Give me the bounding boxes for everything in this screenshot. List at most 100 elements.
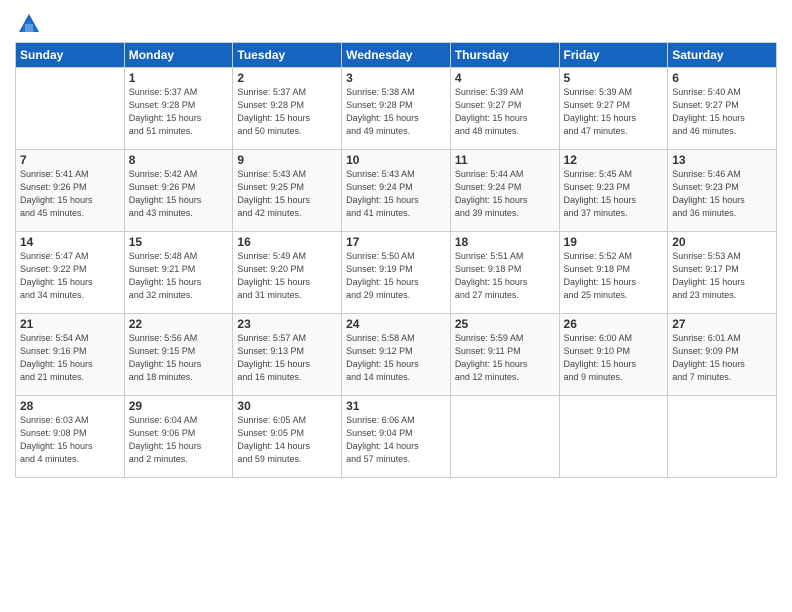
week-row-3: 14Sunrise: 5:47 AM Sunset: 9:22 PM Dayli… [16, 232, 777, 314]
day-info: Sunrise: 5:39 AM Sunset: 9:27 PM Dayligh… [455, 86, 555, 138]
day-cell: 30Sunrise: 6:05 AM Sunset: 9:05 PM Dayli… [233, 396, 342, 478]
day-number: 31 [346, 399, 446, 413]
day-number: 17 [346, 235, 446, 249]
weekday-header-tuesday: Tuesday [233, 43, 342, 68]
day-cell: 22Sunrise: 5:56 AM Sunset: 9:15 PM Dayli… [124, 314, 233, 396]
day-number: 8 [129, 153, 229, 167]
day-cell: 24Sunrise: 5:58 AM Sunset: 9:12 PM Dayli… [342, 314, 451, 396]
day-info: Sunrise: 6:00 AM Sunset: 9:10 PM Dayligh… [564, 332, 664, 384]
day-info: Sunrise: 5:48 AM Sunset: 9:21 PM Dayligh… [129, 250, 229, 302]
day-cell: 14Sunrise: 5:47 AM Sunset: 9:22 PM Dayli… [16, 232, 125, 314]
day-number: 14 [20, 235, 120, 249]
day-number: 25 [455, 317, 555, 331]
day-number: 20 [672, 235, 772, 249]
day-cell: 10Sunrise: 5:43 AM Sunset: 9:24 PM Dayli… [342, 150, 451, 232]
logo [15, 10, 47, 38]
weekday-header-monday: Monday [124, 43, 233, 68]
day-number: 1 [129, 71, 229, 85]
day-cell: 21Sunrise: 5:54 AM Sunset: 9:16 PM Dayli… [16, 314, 125, 396]
weekday-header-thursday: Thursday [450, 43, 559, 68]
day-number: 30 [237, 399, 337, 413]
day-cell: 18Sunrise: 5:51 AM Sunset: 9:18 PM Dayli… [450, 232, 559, 314]
day-cell: 8Sunrise: 5:42 AM Sunset: 9:26 PM Daylig… [124, 150, 233, 232]
day-number: 24 [346, 317, 446, 331]
calendar-table: SundayMondayTuesdayWednesdayThursdayFrid… [15, 42, 777, 478]
weekday-header-row: SundayMondayTuesdayWednesdayThursdayFrid… [16, 43, 777, 68]
day-number: 18 [455, 235, 555, 249]
day-cell: 9Sunrise: 5:43 AM Sunset: 9:25 PM Daylig… [233, 150, 342, 232]
day-number: 29 [129, 399, 229, 413]
day-info: Sunrise: 5:54 AM Sunset: 9:16 PM Dayligh… [20, 332, 120, 384]
day-number: 21 [20, 317, 120, 331]
week-row-1: 1Sunrise: 5:37 AM Sunset: 9:28 PM Daylig… [16, 68, 777, 150]
week-row-4: 21Sunrise: 5:54 AM Sunset: 9:16 PM Dayli… [16, 314, 777, 396]
day-cell: 26Sunrise: 6:00 AM Sunset: 9:10 PM Dayli… [559, 314, 668, 396]
day-number: 9 [237, 153, 337, 167]
day-cell [559, 396, 668, 478]
day-info: Sunrise: 5:47 AM Sunset: 9:22 PM Dayligh… [20, 250, 120, 302]
weekday-header-friday: Friday [559, 43, 668, 68]
day-cell: 13Sunrise: 5:46 AM Sunset: 9:23 PM Dayli… [668, 150, 777, 232]
day-cell: 16Sunrise: 5:49 AM Sunset: 9:20 PM Dayli… [233, 232, 342, 314]
day-info: Sunrise: 5:39 AM Sunset: 9:27 PM Dayligh… [564, 86, 664, 138]
day-number: 28 [20, 399, 120, 413]
day-cell: 27Sunrise: 6:01 AM Sunset: 9:09 PM Dayli… [668, 314, 777, 396]
day-info: Sunrise: 5:57 AM Sunset: 9:13 PM Dayligh… [237, 332, 337, 384]
day-info: Sunrise: 5:40 AM Sunset: 9:27 PM Dayligh… [672, 86, 772, 138]
day-info: Sunrise: 6:04 AM Sunset: 9:06 PM Dayligh… [129, 414, 229, 466]
day-info: Sunrise: 5:43 AM Sunset: 9:24 PM Dayligh… [346, 168, 446, 220]
day-info: Sunrise: 6:06 AM Sunset: 9:04 PM Dayligh… [346, 414, 446, 466]
day-info: Sunrise: 5:38 AM Sunset: 9:28 PM Dayligh… [346, 86, 446, 138]
day-number: 26 [564, 317, 664, 331]
day-info: Sunrise: 5:56 AM Sunset: 9:15 PM Dayligh… [129, 332, 229, 384]
day-info: Sunrise: 5:49 AM Sunset: 9:20 PM Dayligh… [237, 250, 337, 302]
day-cell: 1Sunrise: 5:37 AM Sunset: 9:28 PM Daylig… [124, 68, 233, 150]
day-info: Sunrise: 5:52 AM Sunset: 9:18 PM Dayligh… [564, 250, 664, 302]
day-info: Sunrise: 5:59 AM Sunset: 9:11 PM Dayligh… [455, 332, 555, 384]
day-info: Sunrise: 5:46 AM Sunset: 9:23 PM Dayligh… [672, 168, 772, 220]
day-cell: 25Sunrise: 5:59 AM Sunset: 9:11 PM Dayli… [450, 314, 559, 396]
day-number: 19 [564, 235, 664, 249]
day-cell [16, 68, 125, 150]
day-info: Sunrise: 5:51 AM Sunset: 9:18 PM Dayligh… [455, 250, 555, 302]
day-cell: 31Sunrise: 6:06 AM Sunset: 9:04 PM Dayli… [342, 396, 451, 478]
day-info: Sunrise: 5:42 AM Sunset: 9:26 PM Dayligh… [129, 168, 229, 220]
day-number: 16 [237, 235, 337, 249]
day-info: Sunrise: 5:37 AM Sunset: 9:28 PM Dayligh… [129, 86, 229, 138]
day-cell: 5Sunrise: 5:39 AM Sunset: 9:27 PM Daylig… [559, 68, 668, 150]
weekday-header-saturday: Saturday [668, 43, 777, 68]
day-cell [668, 396, 777, 478]
day-cell: 12Sunrise: 5:45 AM Sunset: 9:23 PM Dayli… [559, 150, 668, 232]
day-info: Sunrise: 6:01 AM Sunset: 9:09 PM Dayligh… [672, 332, 772, 384]
day-info: Sunrise: 5:58 AM Sunset: 9:12 PM Dayligh… [346, 332, 446, 384]
logo-icon [15, 10, 43, 38]
day-number: 11 [455, 153, 555, 167]
day-number: 13 [672, 153, 772, 167]
day-number: 7 [20, 153, 120, 167]
day-cell: 19Sunrise: 5:52 AM Sunset: 9:18 PM Dayli… [559, 232, 668, 314]
day-number: 23 [237, 317, 337, 331]
day-info: Sunrise: 5:44 AM Sunset: 9:24 PM Dayligh… [455, 168, 555, 220]
day-number: 5 [564, 71, 664, 85]
day-cell: 29Sunrise: 6:04 AM Sunset: 9:06 PM Dayli… [124, 396, 233, 478]
day-cell: 4Sunrise: 5:39 AM Sunset: 9:27 PM Daylig… [450, 68, 559, 150]
day-cell: 23Sunrise: 5:57 AM Sunset: 9:13 PM Dayli… [233, 314, 342, 396]
day-number: 2 [237, 71, 337, 85]
day-number: 4 [455, 71, 555, 85]
day-cell: 20Sunrise: 5:53 AM Sunset: 9:17 PM Dayli… [668, 232, 777, 314]
day-info: Sunrise: 6:03 AM Sunset: 9:08 PM Dayligh… [20, 414, 120, 466]
day-number: 15 [129, 235, 229, 249]
day-info: Sunrise: 6:05 AM Sunset: 9:05 PM Dayligh… [237, 414, 337, 466]
day-number: 3 [346, 71, 446, 85]
day-number: 12 [564, 153, 664, 167]
day-info: Sunrise: 5:50 AM Sunset: 9:19 PM Dayligh… [346, 250, 446, 302]
day-info: Sunrise: 5:37 AM Sunset: 9:28 PM Dayligh… [237, 86, 337, 138]
week-row-2: 7Sunrise: 5:41 AM Sunset: 9:26 PM Daylig… [16, 150, 777, 232]
day-cell: 6Sunrise: 5:40 AM Sunset: 9:27 PM Daylig… [668, 68, 777, 150]
day-cell: 7Sunrise: 5:41 AM Sunset: 9:26 PM Daylig… [16, 150, 125, 232]
day-info: Sunrise: 5:43 AM Sunset: 9:25 PM Dayligh… [237, 168, 337, 220]
day-info: Sunrise: 5:53 AM Sunset: 9:17 PM Dayligh… [672, 250, 772, 302]
day-cell: 11Sunrise: 5:44 AM Sunset: 9:24 PM Dayli… [450, 150, 559, 232]
day-number: 10 [346, 153, 446, 167]
day-cell: 28Sunrise: 6:03 AM Sunset: 9:08 PM Dayli… [16, 396, 125, 478]
